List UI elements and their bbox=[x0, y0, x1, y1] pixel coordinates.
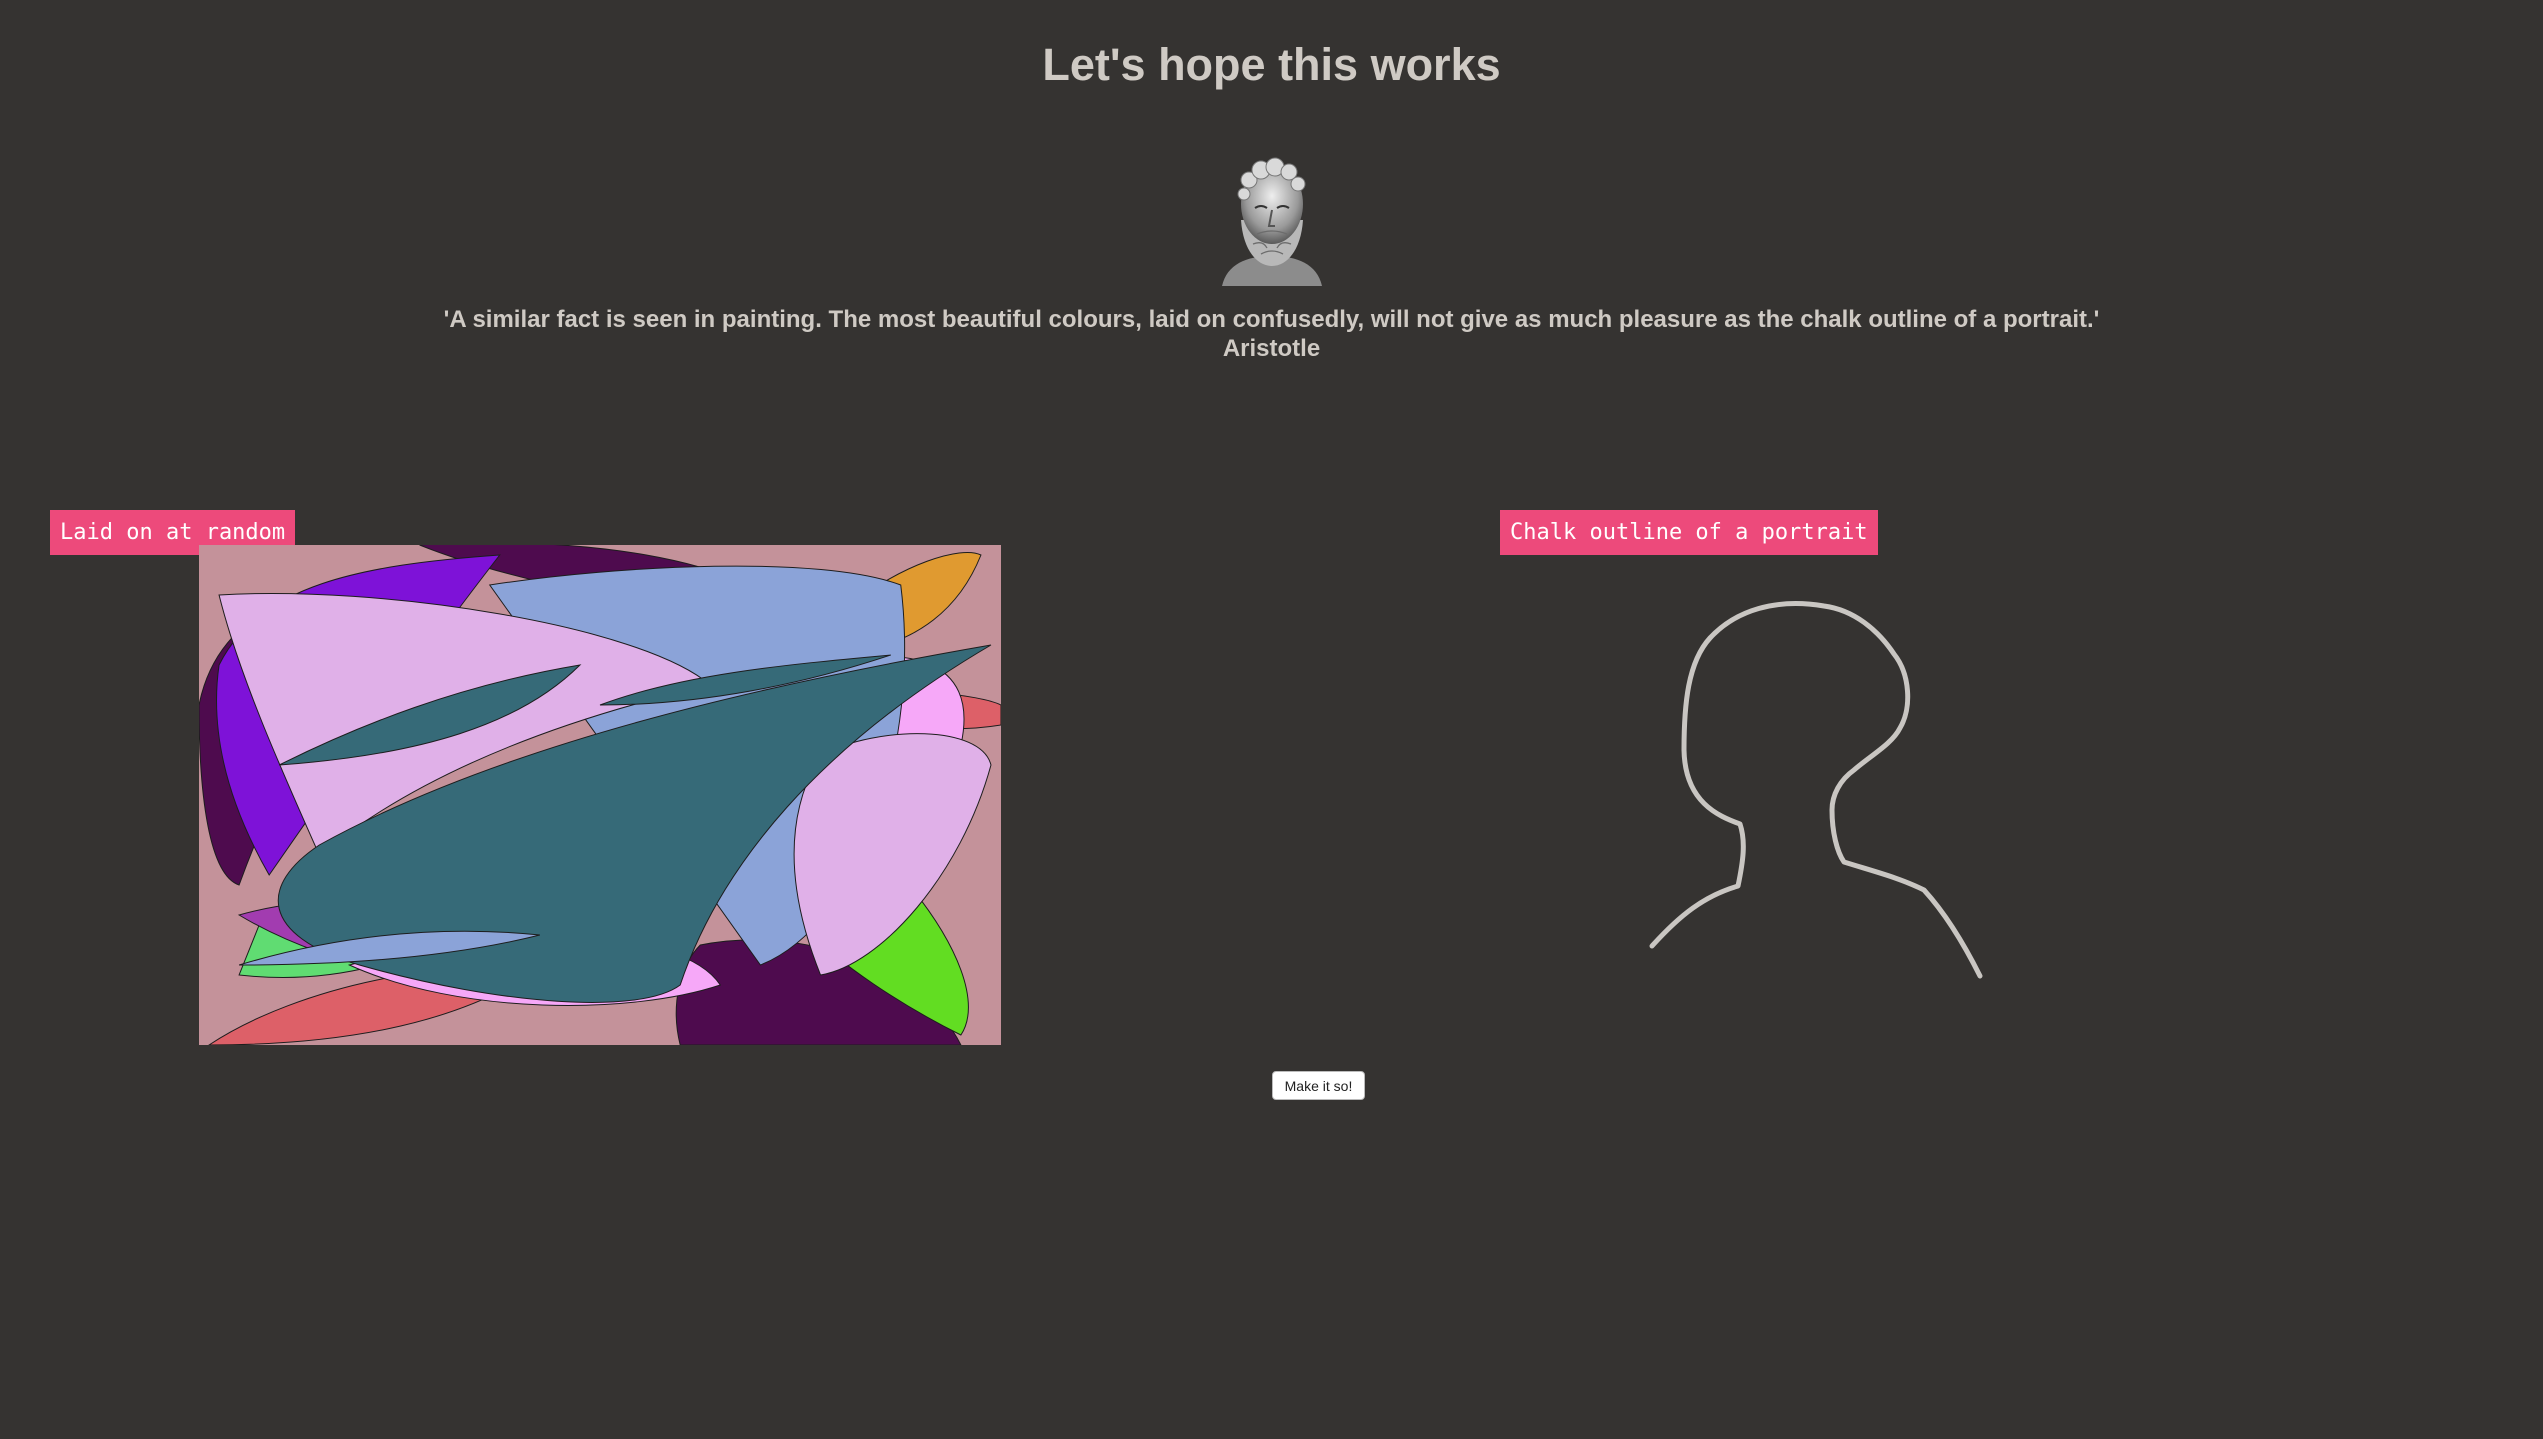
make-it-so-button[interactable]: Make it so! bbox=[1272, 1071, 1365, 1100]
chalk-portrait-outline bbox=[1649, 601, 1983, 979]
quote-text: 'A similar fact is seen in painting. The… bbox=[443, 306, 2100, 333]
page-title: Let's hope this works bbox=[1042, 39, 1501, 90]
chalk-outline-label: Chalk outline of a portrait bbox=[1500, 510, 1878, 555]
quote-author: Aristotle bbox=[1222, 335, 1321, 362]
quote-block: 'A similar fact is seen in painting. The… bbox=[0, 305, 2543, 363]
random-colours-canvas bbox=[199, 545, 1001, 1045]
aristotle-bust-image bbox=[1222, 157, 1322, 286]
